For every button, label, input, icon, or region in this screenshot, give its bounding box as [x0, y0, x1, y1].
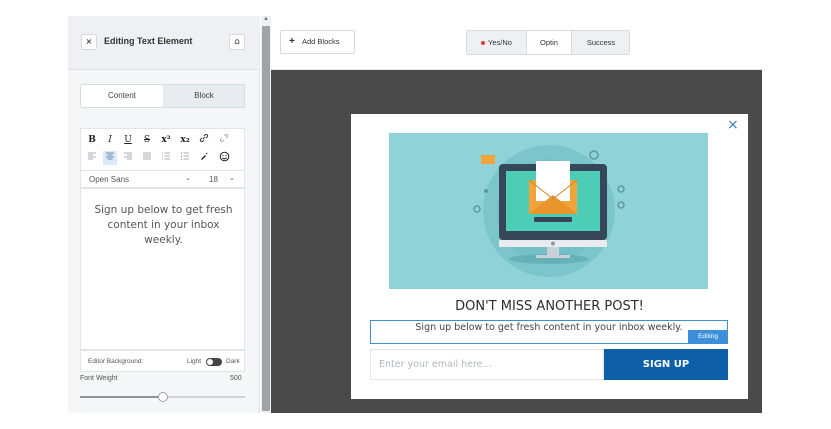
- scroll-up-icon[interactable]: ▲: [263, 16, 269, 22]
- font-weight-value: 500: [230, 375, 242, 382]
- link-icon[interactable]: [197, 133, 211, 147]
- chevron-down-icon[interactable]: ⌄: [185, 174, 191, 182]
- panel-header: × Editing Text Element ⌂: [68, 16, 260, 70]
- strikethrough-icon[interactable]: S: [140, 133, 154, 147]
- numbered-list-icon[interactable]: [178, 151, 192, 165]
- tab-content[interactable]: Content: [81, 85, 163, 107]
- newsletter-illustration[interactable]: [389, 133, 708, 289]
- align-justify-icon[interactable]: [140, 151, 154, 165]
- emoji-icon[interactable]: [217, 151, 231, 165]
- text-toolbar: B I U S x² x₂: [80, 128, 245, 170]
- font-weight-label: Font Weight: [80, 375, 118, 382]
- add-blocks-label: Add Blocks: [302, 37, 340, 46]
- editor-background-label: Editor Background:: [88, 358, 144, 365]
- light-label: Light: [187, 358, 202, 365]
- editing-badge: Editing: [688, 330, 728, 344]
- font-weight-slider-handle[interactable]: [157, 392, 168, 402]
- email-field[interactable]: Enter your email here...: [370, 349, 604, 380]
- font-weight-slider-fill: [80, 396, 163, 398]
- scrollbar-thumb[interactable]: [262, 26, 270, 411]
- underline-icon[interactable]: U: [121, 133, 135, 147]
- add-blocks-button[interactable]: + Add Blocks: [280, 30, 355, 54]
- tab-optin[interactable]: Optin: [526, 31, 572, 54]
- bold-icon[interactable]: B: [85, 133, 99, 147]
- chevron-down-icon[interactable]: ⌄: [229, 174, 235, 182]
- close-editor-icon[interactable]: ×: [81, 34, 97, 50]
- subtext-editing-box[interactable]: Sign up below to get fresh content in yo…: [370, 320, 728, 344]
- tab-yes-no-label: Yes/No: [488, 38, 512, 47]
- dark-label: Dark: [226, 358, 240, 365]
- popup-subtext[interactable]: Sign up below to get fresh content in yo…: [371, 322, 727, 333]
- close-icon[interactable]: ×: [727, 117, 739, 133]
- preview-canvas: × DON'T MISS ANOTHER POST! Sign up below…: [271, 70, 762, 413]
- bullet-list-icon[interactable]: [159, 151, 173, 165]
- optin-popup: × DON'T MISS ANOTHER POST! Sign up below…: [351, 114, 748, 399]
- panel-title: Editing Text Element: [104, 36, 193, 46]
- font-size-select[interactable]: 18: [209, 175, 218, 184]
- color-picker-icon[interactable]: [197, 151, 211, 165]
- align-right-icon[interactable]: [121, 151, 135, 165]
- tab-yes-no[interactable]: Yes/No: [467, 31, 526, 54]
- panel-tabs: Content Block: [80, 84, 245, 108]
- tab-success[interactable]: Success: [572, 31, 630, 54]
- editor-background-row: Editor Background: Light Dark: [80, 350, 245, 372]
- panel-scrollbar[interactable]: ▲: [261, 16, 271, 413]
- align-center-icon[interactable]: [103, 151, 117, 165]
- editor-panel: × Editing Text Element ⌂ Content Block B…: [68, 16, 260, 413]
- step-tabs: Yes/No Optin Success: [466, 30, 630, 55]
- subscript-icon[interactable]: x₂: [178, 133, 192, 147]
- tab-block[interactable]: Block: [163, 85, 244, 107]
- editor-background-toggle[interactable]: [206, 358, 222, 366]
- font-weight-slider[interactable]: [80, 392, 245, 402]
- unlink-icon[interactable]: [217, 133, 231, 147]
- font-family-select[interactable]: Open Sans: [89, 175, 129, 184]
- status-dot: [481, 41, 486, 46]
- font-row: Open Sans ⌄ 18 ⌄: [80, 170, 245, 188]
- signup-button[interactable]: SIGN UP: [604, 349, 728, 380]
- text-editor-area[interactable]: Sign up below to get fresh content in yo…: [80, 188, 245, 350]
- home-icon[interactable]: ⌂: [229, 34, 245, 50]
- editor-text[interactable]: Sign up below to get fresh content in yo…: [91, 203, 236, 248]
- builder-topbar: + Add Blocks Yes/No Optin Success: [271, 16, 762, 70]
- italic-icon[interactable]: I: [103, 133, 117, 147]
- superscript-icon[interactable]: x²: [159, 133, 173, 147]
- align-left-icon[interactable]: [85, 151, 99, 165]
- popup-headline[interactable]: DON'T MISS ANOTHER POST!: [351, 299, 748, 314]
- plus-icon: +: [289, 36, 295, 47]
- monitor-envelope-icon: [473, 145, 625, 277]
